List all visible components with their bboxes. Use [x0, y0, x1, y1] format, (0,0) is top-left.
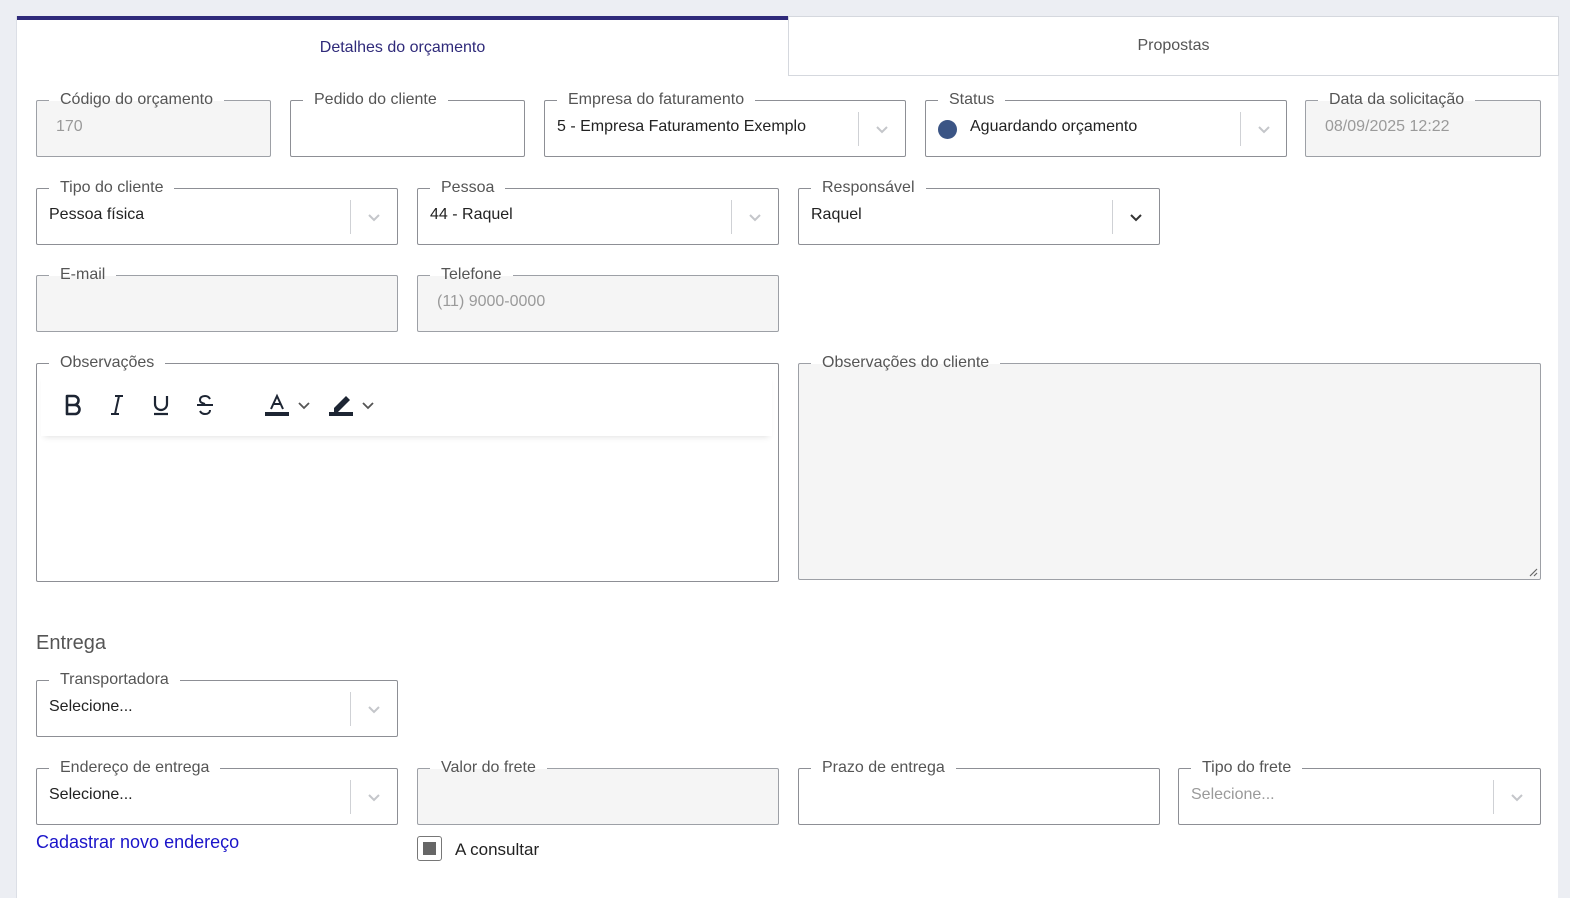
data-field: Data da solicitação 08/09/2025 12:22 — [1305, 89, 1541, 157]
font-color-icon[interactable] — [264, 392, 290, 418]
status-label: Status — [938, 89, 1006, 111]
chevron-down-icon[interactable] — [364, 699, 384, 719]
pessoa-select[interactable]: Pessoa 44 - Raquel — [417, 177, 779, 245]
valor-frete-field: Valor do frete — [417, 757, 779, 825]
tab-detalhes-label: Detalhes do orçamento — [319, 39, 486, 56]
status-select[interactable]: Status Aguardando orçamento — [925, 89, 1287, 157]
empresa-select[interactable]: Empresa do faturamento 5 - Empresa Fatur… — [544, 89, 906, 157]
tipo-cliente-select[interactable]: Tipo do cliente Pessoa física — [36, 177, 398, 245]
chevron-down-icon[interactable] — [296, 392, 312, 418]
entrega-title: Entrega — [36, 632, 107, 654]
pessoa-label: Pessoa — [430, 177, 506, 199]
cadastrar-endereco-link[interactable]: Cadastrar novo endereço — [36, 832, 239, 853]
responsavel-label: Responsável — [811, 177, 926, 199]
transportadora-select[interactable]: Transportadora Selecione... — [36, 669, 398, 737]
endereco-select[interactable]: Endereço de entrega Selecione... — [36, 757, 398, 825]
data-label: Data da solicitação — [1318, 89, 1476, 111]
pedido-field[interactable]: Pedido do cliente — [290, 89, 525, 157]
chevron-down-icon[interactable] — [872, 119, 892, 139]
pessoa-value: 44 - Raquel — [430, 206, 513, 223]
telefone-placeholder: (11) 9000-0000 — [437, 293, 546, 310]
transportadora-separator — [350, 692, 351, 726]
prazo-label: Prazo de entrega — [811, 757, 956, 779]
italic-icon[interactable] — [104, 392, 130, 418]
strikethrough-icon[interactable] — [192, 392, 218, 418]
pessoa-separator — [731, 200, 732, 234]
endereco-value: Selecione... — [49, 786, 133, 803]
data-value: 08/09/2025 12:22 — [1325, 118, 1450, 135]
empresa-label: Empresa do faturamento — [557, 89, 756, 111]
tipo-frete-label: Tipo do frete — [1191, 757, 1303, 779]
responsavel-separator — [1112, 200, 1113, 234]
telefone-field: Telefone (11) 9000-0000 — [417, 264, 779, 332]
observacoes-label: Observações — [49, 352, 166, 374]
chevron-down-icon[interactable] — [360, 392, 376, 418]
tab-detalhes[interactable]: Detalhes do orçamento — [17, 16, 788, 76]
transportadora-label: Transportadora — [49, 669, 180, 691]
tipo-cliente-label: Tipo do cliente — [49, 177, 175, 199]
a-consultar-label: A consultar — [455, 840, 540, 859]
chevron-down-icon[interactable] — [1126, 207, 1146, 227]
chevron-down-icon[interactable] — [1507, 787, 1527, 807]
highlight-icon[interactable] — [328, 392, 354, 418]
codigo-field: Código do orçamento 170 — [36, 89, 271, 157]
status-separator — [1240, 112, 1241, 146]
status-dot — [938, 120, 957, 139]
tipo-frete-value: Selecione... — [1191, 786, 1275, 803]
rte-toolbar — [41, 374, 772, 436]
telefone-label: Telefone — [430, 264, 513, 286]
valor-frete-label: Valor do frete — [430, 757, 547, 779]
tab-propostas-label: Propostas — [1137, 37, 1210, 54]
email-field: E-mail — [36, 264, 398, 332]
chevron-down-icon[interactable] — [364, 787, 384, 807]
bold-icon[interactable] — [60, 392, 86, 418]
chevron-down-icon[interactable] — [745, 207, 765, 227]
obs-cliente-textarea: Observações do cliente — [798, 352, 1541, 580]
observacoes-editor[interactable]: Observações — [36, 352, 779, 582]
chevron-down-icon[interactable] — [364, 207, 384, 227]
status-value: Aguardando orçamento — [970, 118, 1138, 135]
email-label: E-mail — [49, 264, 117, 286]
responsavel-value: Raquel — [811, 206, 862, 223]
pedido-label: Pedido do cliente — [303, 89, 448, 111]
tab-propostas[interactable]: Propostas — [788, 16, 1559, 76]
resize-handle-icon[interactable] — [1528, 567, 1538, 577]
empresa-separator — [858, 112, 859, 146]
codigo-label: Código do orçamento — [49, 89, 224, 111]
codigo-value: 170 — [56, 118, 83, 135]
tipo-frete-select[interactable]: Tipo do frete Selecione... — [1178, 757, 1541, 825]
tipo-cliente-value: Pessoa física — [49, 206, 145, 223]
empresa-value: 5 - Empresa Faturamento Exemplo — [557, 118, 806, 135]
endereco-separator — [350, 780, 351, 814]
endereco-label: Endereço de entrega — [49, 757, 221, 779]
chevron-down-icon[interactable] — [1254, 119, 1274, 139]
responsavel-select[interactable]: Responsável Raquel — [798, 177, 1160, 245]
checkbox-indicator — [423, 842, 436, 855]
prazo-field[interactable]: Prazo de entrega — [798, 757, 1160, 825]
transportadora-value: Selecione... — [49, 698, 133, 715]
tipo-cliente-separator — [350, 200, 351, 234]
obs-cliente-label: Observações do cliente — [811, 352, 1001, 374]
underline-icon[interactable] — [148, 392, 174, 418]
tipo-frete-separator — [1493, 780, 1494, 814]
a-consultar-checkbox[interactable] — [417, 836, 442, 861]
orcamento-panel: Detalhes do orçamento Propostas Código d… — [16, 16, 1559, 898]
